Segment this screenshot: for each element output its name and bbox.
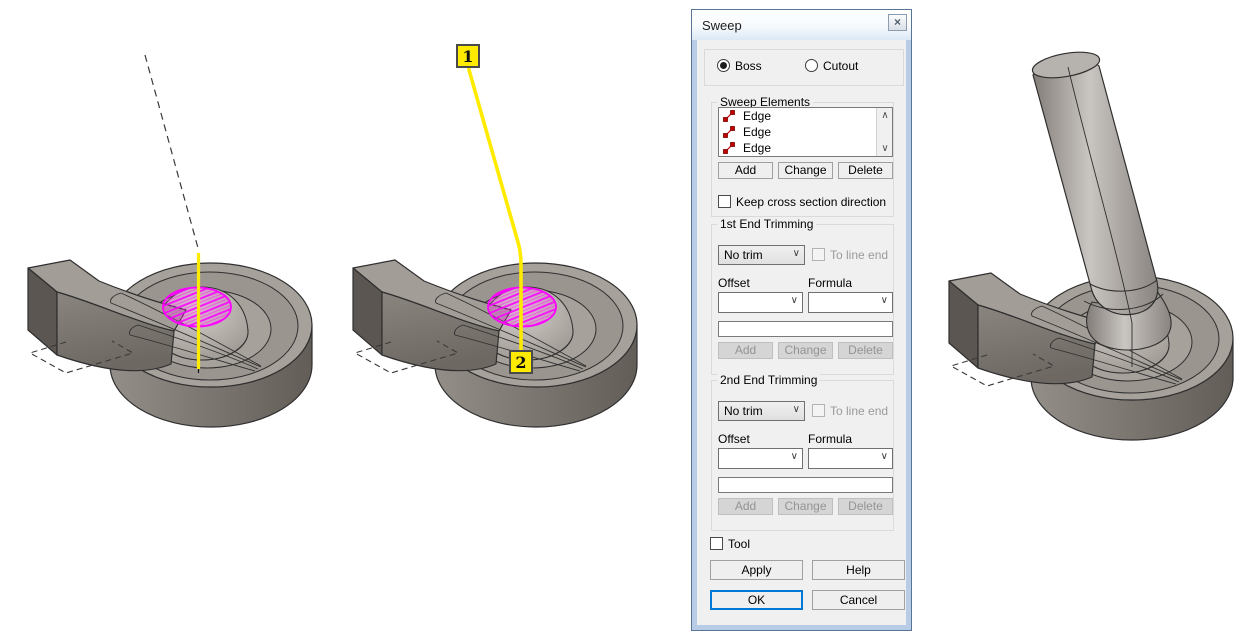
second-trim-change-button: Change	[778, 498, 833, 515]
list-item[interactable]: Edge	[719, 108, 892, 124]
list-item-label: Edge	[743, 125, 771, 139]
second-to-line-end-label: To line end	[830, 404, 888, 418]
first-trim-value-input[interactable]	[718, 321, 893, 337]
dialog-title: Sweep	[702, 18, 742, 33]
sweep-change-button[interactable]: Change	[778, 162, 833, 179]
sweep-add-button[interactable]: Add	[718, 162, 773, 179]
cutout-radio-label[interactable]: Cutout	[823, 59, 858, 73]
svg-text:2: 2	[515, 353, 526, 372]
chevron-down-icon: ∨	[791, 295, 798, 306]
sweep-dialog: Sweep × Boss Cutout Sweep Elements Edge	[691, 9, 912, 631]
dialog-titlebar[interactable]: Sweep ×	[692, 10, 911, 40]
cancel-button[interactable]: Cancel	[812, 590, 905, 610]
edge-icon	[723, 110, 735, 122]
boss-radio[interactable]	[717, 59, 730, 72]
second-offset-label: Offset	[718, 432, 750, 446]
scroll-up-icon[interactable]: ∧	[877, 108, 893, 123]
second-trim-delete-button: Delete	[838, 498, 893, 515]
first-trim-mode-select[interactable]: No trim ∨	[718, 245, 805, 265]
second-trim-value-input[interactable]	[718, 477, 893, 493]
chevron-down-icon: ∨	[793, 404, 800, 415]
first-trim-change-button: Change	[778, 342, 833, 359]
keep-cross-section-label[interactable]: Keep cross section direction	[736, 195, 886, 209]
second-formula-label: Formula	[808, 432, 852, 446]
model-view-sweep-path[interactable]: 1 2	[333, 35, 668, 455]
second-to-line-end-checkbox	[812, 404, 825, 417]
list-scrollbar[interactable]: ∧ ∨	[876, 108, 892, 156]
first-offset-select[interactable]: ∨	[718, 292, 803, 313]
base-part	[353, 260, 637, 427]
svg-text:1: 1	[462, 47, 473, 66]
chevron-down-icon: ∨	[881, 451, 888, 462]
edge-icon	[723, 142, 735, 154]
base-part	[28, 260, 312, 427]
keep-cross-section-checkbox[interactable]	[718, 195, 731, 208]
first-trim-delete-button: Delete	[838, 342, 893, 359]
first-offset-label: Offset	[718, 276, 750, 290]
first-to-line-end-checkbox	[812, 248, 825, 261]
point-label-2: 2	[510, 351, 532, 373]
model-view-profile-guide[interactable]	[8, 35, 343, 455]
second-formula-select[interactable]: ∨	[808, 448, 893, 469]
list-item[interactable]: Edge	[719, 140, 892, 156]
first-trim-label: 1st End Trimming	[717, 217, 816, 231]
list-item[interactable]: Edge	[719, 124, 892, 140]
sweep-elements-list: Edge Edge Edge ∧ ∨	[718, 107, 893, 157]
second-trim-mode-select[interactable]: No trim ∨	[718, 401, 805, 421]
scroll-down-icon[interactable]: ∨	[877, 141, 893, 156]
first-trim-add-button: Add	[718, 342, 773, 359]
second-trim-add-button: Add	[718, 498, 773, 515]
first-to-line-end-label: To line end	[830, 248, 888, 262]
first-formula-label: Formula	[808, 276, 852, 290]
mode-groupbox	[704, 49, 904, 86]
chevron-down-icon: ∨	[793, 248, 800, 259]
list-item-label: Edge	[743, 141, 771, 155]
second-offset-select[interactable]: ∨	[718, 448, 803, 469]
guide-dashed-line	[145, 55, 198, 248]
list-item-label: Edge	[743, 109, 771, 123]
tool-checkbox-label[interactable]: Tool	[728, 537, 750, 551]
dialog-body: Boss Cutout Sweep Elements Edge	[697, 40, 906, 625]
first-formula-select[interactable]: ∨	[808, 292, 893, 313]
tool-checkbox[interactable]	[710, 537, 723, 550]
model-view-result[interactable]	[929, 35, 1245, 635]
edge-icon	[723, 126, 735, 138]
chevron-down-icon: ∨	[791, 451, 798, 462]
base-part	[949, 273, 1233, 440]
boss-radio-label[interactable]: Boss	[735, 59, 762, 73]
ok-button[interactable]: OK	[710, 590, 803, 610]
viewport-canvas: 1 2	[0, 0, 1245, 635]
second-trim-label: 2nd End Trimming	[717, 373, 820, 387]
sweep-delete-button[interactable]: Delete	[838, 162, 893, 179]
chevron-down-icon: ∨	[881, 295, 888, 306]
cutout-radio[interactable]	[805, 59, 818, 72]
point-label-1: 1	[457, 45, 479, 67]
close-icon[interactable]: ×	[888, 14, 907, 31]
apply-button[interactable]: Apply	[710, 560, 803, 580]
help-button[interactable]: Help	[812, 560, 905, 580]
